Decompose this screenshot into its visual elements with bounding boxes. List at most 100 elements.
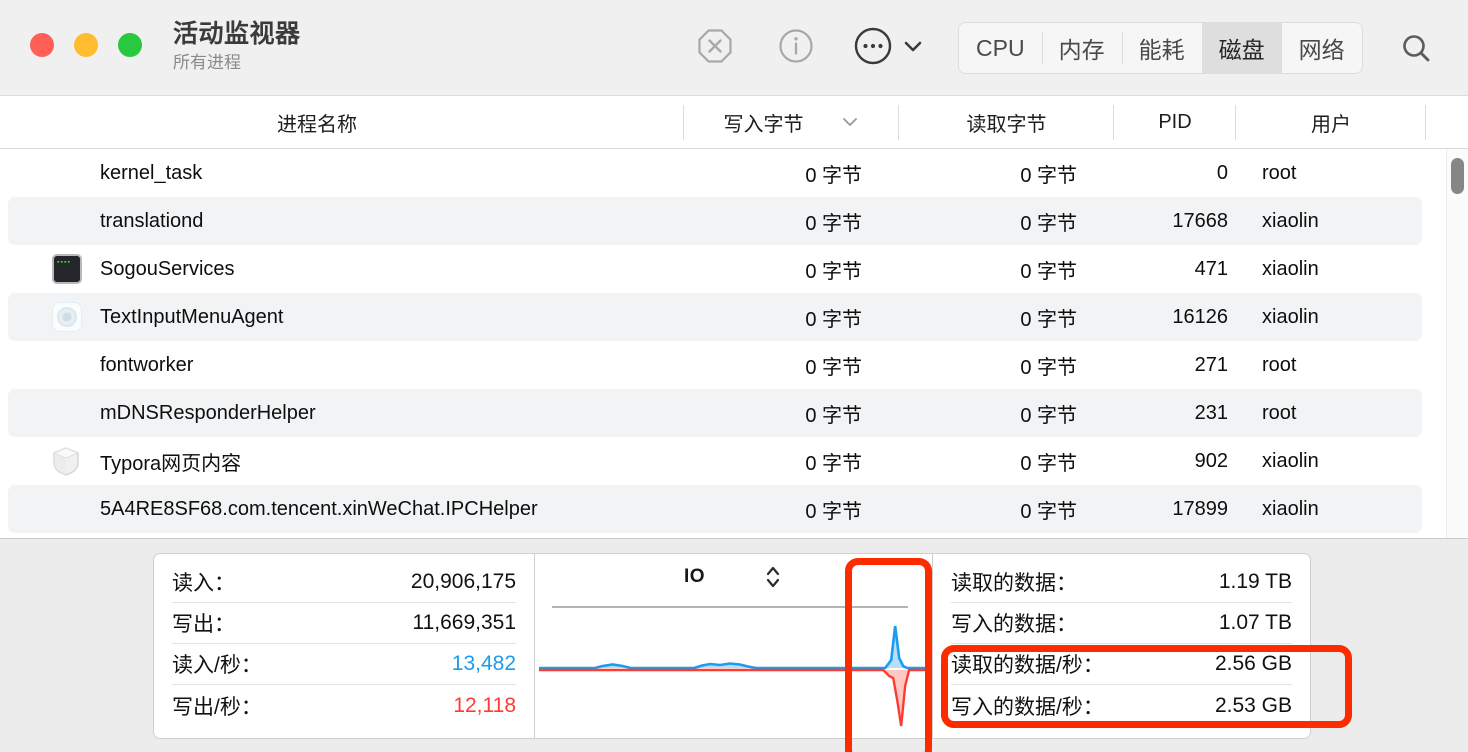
column-header-pid-label: PID bbox=[1158, 111, 1191, 134]
cell-pid: 471 bbox=[1114, 258, 1236, 281]
table-row[interactable]: ▪▪▪▪ SogouServices 0 字节 0 字节 471 xiaolin bbox=[0, 245, 1468, 293]
table-row[interactable]: mDNSResponderHelper 0 字节 0 字节 231 root bbox=[0, 389, 1468, 437]
cell-process-name: SogouServices bbox=[100, 258, 684, 281]
page-title: 活动监视器 bbox=[173, 18, 301, 50]
stat-label: 写出/秒： bbox=[172, 691, 262, 721]
io-counts-list: 读入： 20,906,175 写出： 11,669,351 读入/秒： 13,4… bbox=[154, 554, 534, 726]
column-header-write-bytes-label: 写入字节 bbox=[724, 108, 804, 137]
inspect-process-button[interactable] bbox=[771, 21, 821, 71]
column-header-user-label: 用户 bbox=[1311, 108, 1351, 137]
stat-value: 2.53 GB bbox=[1215, 694, 1292, 718]
ellipsis-circle-icon bbox=[852, 25, 894, 67]
io-graph-header[interactable]: IO bbox=[535, 554, 932, 600]
stat-label: 写入的数据： bbox=[951, 608, 1077, 638]
quit-process-button[interactable] bbox=[690, 21, 740, 71]
column-header-name[interactable]: 进程名称 bbox=[0, 96, 684, 149]
cell-pid: 231 bbox=[1114, 402, 1236, 425]
tab-cpu[interactable]: CPU bbox=[959, 23, 1042, 73]
disk-stats-footer: 读入： 20,906,175 写出： 11,669,351 读入/秒： 13,4… bbox=[0, 538, 1468, 752]
stat-label: 读取的数据/秒： bbox=[951, 649, 1104, 679]
row-icon: ▪▪▪▪ bbox=[0, 254, 100, 284]
stat-label: 读入： bbox=[172, 567, 235, 597]
info-circle-icon bbox=[777, 27, 815, 65]
cell-process-name: 5A4RE8SF68.com.tencent.xinWeChat.IPCHelp… bbox=[100, 498, 684, 521]
terminal-glyphs: ▪▪▪▪ bbox=[57, 259, 71, 266]
search-icon bbox=[1397, 29, 1437, 69]
cell-write-bytes: 0 字节 bbox=[684, 495, 899, 524]
view-options-button[interactable] bbox=[852, 25, 924, 67]
cell-write-bytes: 0 字节 bbox=[684, 399, 899, 428]
chevron-up-down-icon[interactable] bbox=[763, 564, 783, 590]
window-controls bbox=[30, 33, 142, 57]
close-button[interactable] bbox=[30, 33, 54, 57]
titlebar: 活动监视器 所有进程 bbox=[0, 0, 1468, 96]
io-graph-plot bbox=[535, 600, 932, 738]
table-row[interactable]: fontworker 0 字节 0 字节 271 root bbox=[0, 341, 1468, 389]
scrollbar-thumb[interactable] bbox=[1451, 158, 1464, 194]
table-row[interactable]: kernel_task 0 字节 0 字节 0 root bbox=[0, 149, 1468, 197]
cell-pid: 17899 bbox=[1114, 498, 1236, 521]
disk-data-list: 读取的数据： 1.19 TB 写入的数据： 1.07 TB 读取的数据/秒： 2… bbox=[933, 554, 1310, 726]
tab-memory[interactable]: 内存 bbox=[1042, 23, 1122, 73]
io-counts-panel: 读入： 20,906,175 写出： 11,669,351 读入/秒： 13,4… bbox=[153, 553, 534, 739]
column-header-read-bytes-label: 读取字节 bbox=[967, 108, 1047, 137]
table-row[interactable]: TextInputMenuAgent 0 字节 0 字节 16126 xiaol… bbox=[0, 293, 1468, 341]
activity-monitor-window: 活动监视器 所有进程 bbox=[0, 0, 1468, 752]
cell-process-name: translationd bbox=[100, 210, 684, 233]
stat-data-read-per-sec: 读取的数据/秒： 2.56 GB bbox=[951, 644, 1292, 685]
cell-write-bytes: 0 字节 bbox=[684, 303, 899, 332]
window-title-block: 活动监视器 所有进程 bbox=[173, 18, 301, 75]
column-header-pid[interactable]: PID bbox=[1114, 96, 1236, 149]
column-header-user[interactable]: 用户 bbox=[1236, 96, 1426, 149]
stat-value: 1.19 TB bbox=[1219, 570, 1292, 594]
table-scrollbar[interactable] bbox=[1446, 149, 1468, 538]
column-header-write-bytes[interactable]: 写入字节 bbox=[684, 96, 899, 149]
io-graph-panel: IO bbox=[534, 553, 933, 739]
cell-user: xiaolin bbox=[1236, 210, 1426, 233]
io-graph-title: IO bbox=[684, 566, 705, 588]
shield-app-icon bbox=[50, 445, 82, 477]
stat-value: 13,482 bbox=[452, 652, 516, 676]
stat-value: 2.56 GB bbox=[1215, 652, 1292, 676]
table-row[interactable]: 5A4RE8SF68.com.tencent.xinWeChat.IPCHelp… bbox=[0, 485, 1468, 533]
page-subtitle: 所有进程 bbox=[173, 51, 301, 75]
stat-data-written-per-sec: 写入的数据/秒： 2.53 GB bbox=[951, 685, 1292, 726]
cell-read-bytes: 0 字节 bbox=[899, 447, 1114, 476]
cell-read-bytes: 0 字节 bbox=[899, 159, 1114, 188]
cell-pid: 17668 bbox=[1114, 210, 1236, 233]
write-series-line bbox=[539, 670, 929, 726]
table-row[interactable]: Typora网页内容 0 字节 0 字节 902 xiaolin bbox=[0, 437, 1468, 485]
table-row[interactable]: translationd 0 字节 0 字节 17668 xiaolin bbox=[0, 197, 1468, 245]
cell-read-bytes: 0 字节 bbox=[899, 303, 1114, 332]
row-icon bbox=[0, 445, 100, 477]
tab-disk[interactable]: 磁盘 bbox=[1202, 23, 1282, 73]
cell-process-name: TextInputMenuAgent bbox=[100, 306, 684, 329]
stat-value: 12,118 bbox=[453, 694, 516, 718]
cell-write-bytes: 0 字节 bbox=[684, 207, 899, 236]
cell-user: root bbox=[1236, 402, 1426, 425]
process-table[interactable]: kernel_task 0 字节 0 字节 0 root translation… bbox=[0, 149, 1468, 538]
cell-read-bytes: 0 字节 bbox=[899, 207, 1114, 236]
cell-process-name: Typora网页内容 bbox=[100, 447, 684, 476]
tab-energy[interactable]: 能耗 bbox=[1122, 23, 1202, 73]
minimize-button[interactable] bbox=[74, 33, 98, 57]
cell-user: xiaolin bbox=[1236, 498, 1426, 521]
zoom-button[interactable] bbox=[118, 33, 142, 57]
cell-write-bytes: 0 字节 bbox=[684, 255, 899, 284]
stat-writes-per-sec: 写出/秒： 12,118 bbox=[172, 685, 516, 726]
cell-user: root bbox=[1236, 162, 1426, 185]
tab-network[interactable]: 网络 bbox=[1282, 23, 1362, 73]
cell-user: root bbox=[1236, 354, 1426, 377]
io-graph-body bbox=[535, 600, 932, 738]
cell-process-name: fontworker bbox=[100, 354, 684, 377]
search-button[interactable] bbox=[1392, 24, 1442, 74]
view-tabs: CPU 内存 能耗 磁盘 网络 bbox=[958, 22, 1363, 74]
table-header: 进程名称 写入字节 读取字节 PID 用户 bbox=[0, 96, 1468, 149]
stat-value: 20,906,175 bbox=[411, 570, 516, 594]
stat-label: 读入/秒： bbox=[172, 649, 262, 679]
stat-value: 1.07 TB bbox=[1219, 611, 1292, 635]
cell-user: xiaolin bbox=[1236, 258, 1426, 281]
cell-read-bytes: 0 字节 bbox=[899, 255, 1114, 284]
column-header-read-bytes[interactable]: 读取字节 bbox=[899, 96, 1114, 149]
cell-pid: 16126 bbox=[1114, 306, 1236, 329]
